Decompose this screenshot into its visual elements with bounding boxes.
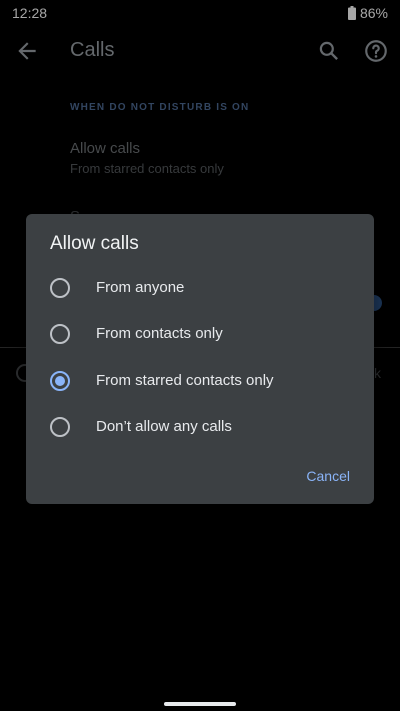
cancel-button[interactable]: Cancel — [306, 468, 350, 484]
dialog-title: Allow calls — [50, 233, 139, 254]
option-from-contacts-only[interactable]: From contacts only — [26, 311, 374, 357]
option-label: From contacts only — [96, 325, 223, 342]
option-label: From anyone — [96, 279, 185, 296]
option-dont-allow-calls[interactable]: Don’t allow any calls — [26, 404, 374, 450]
radio-button-selected[interactable] — [50, 371, 70, 391]
option-label: Don’t allow any calls — [96, 418, 232, 435]
option-label: From starred contacts only — [96, 372, 274, 389]
option-from-anyone[interactable]: From anyone — [26, 265, 374, 311]
allow-calls-dialog: Allow calls From anyone From contacts on… — [26, 214, 374, 504]
option-from-starred-contacts-only[interactable]: From starred contacts only — [26, 358, 374, 404]
gesture-nav-handle[interactable] — [164, 702, 236, 706]
radio-button[interactable] — [50, 324, 70, 344]
radio-button[interactable] — [50, 278, 70, 298]
radio-button[interactable] — [50, 417, 70, 437]
